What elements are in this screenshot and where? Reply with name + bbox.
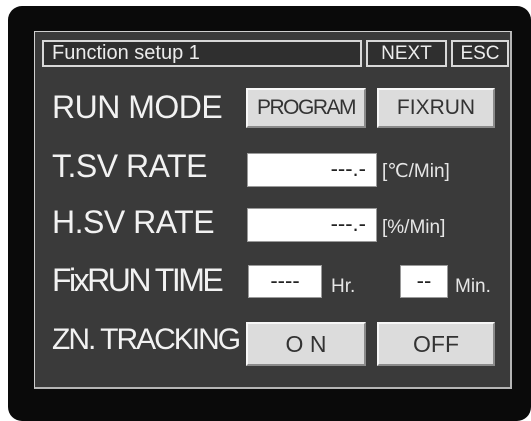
run-mode-label: RUN MODE <box>52 89 223 125</box>
hsv-rate-input[interactable]: ---.- <box>247 208 377 242</box>
hsv-rate-label: H.SV RATE <box>52 204 215 240</box>
program-button[interactable]: PROGRAM <box>246 88 366 128</box>
esc-button[interactable]: ESC <box>451 40 509 67</box>
fixrun-minutes-input[interactable]: -- <box>400 265 448 298</box>
hours-unit: Hr. <box>331 276 356 297</box>
zn-tracking-on-button[interactable]: O N <box>246 322 366 366</box>
zn-tracking-label: ZN. TRACKING <box>52 323 241 356</box>
minutes-unit: Min. <box>455 276 491 297</box>
fixrun-button[interactable]: FIXRUN <box>377 88 495 128</box>
tsv-rate-input[interactable]: ---.- <box>247 153 377 187</box>
zn-tracking-off-button[interactable]: OFF <box>377 322 495 366</box>
next-button[interactable]: NEXT <box>366 40 447 67</box>
page-title: Function setup 1 <box>42 40 362 67</box>
tsv-rate-label: T.SV RATE <box>52 148 207 184</box>
hsv-rate-unit: [%/Min] <box>382 217 446 238</box>
tsv-rate-unit: [℃/Min] <box>382 161 450 182</box>
fixrun-hours-input[interactable]: ---- <box>248 265 322 298</box>
fixrun-time-label: FixRUN TIME <box>52 262 224 298</box>
